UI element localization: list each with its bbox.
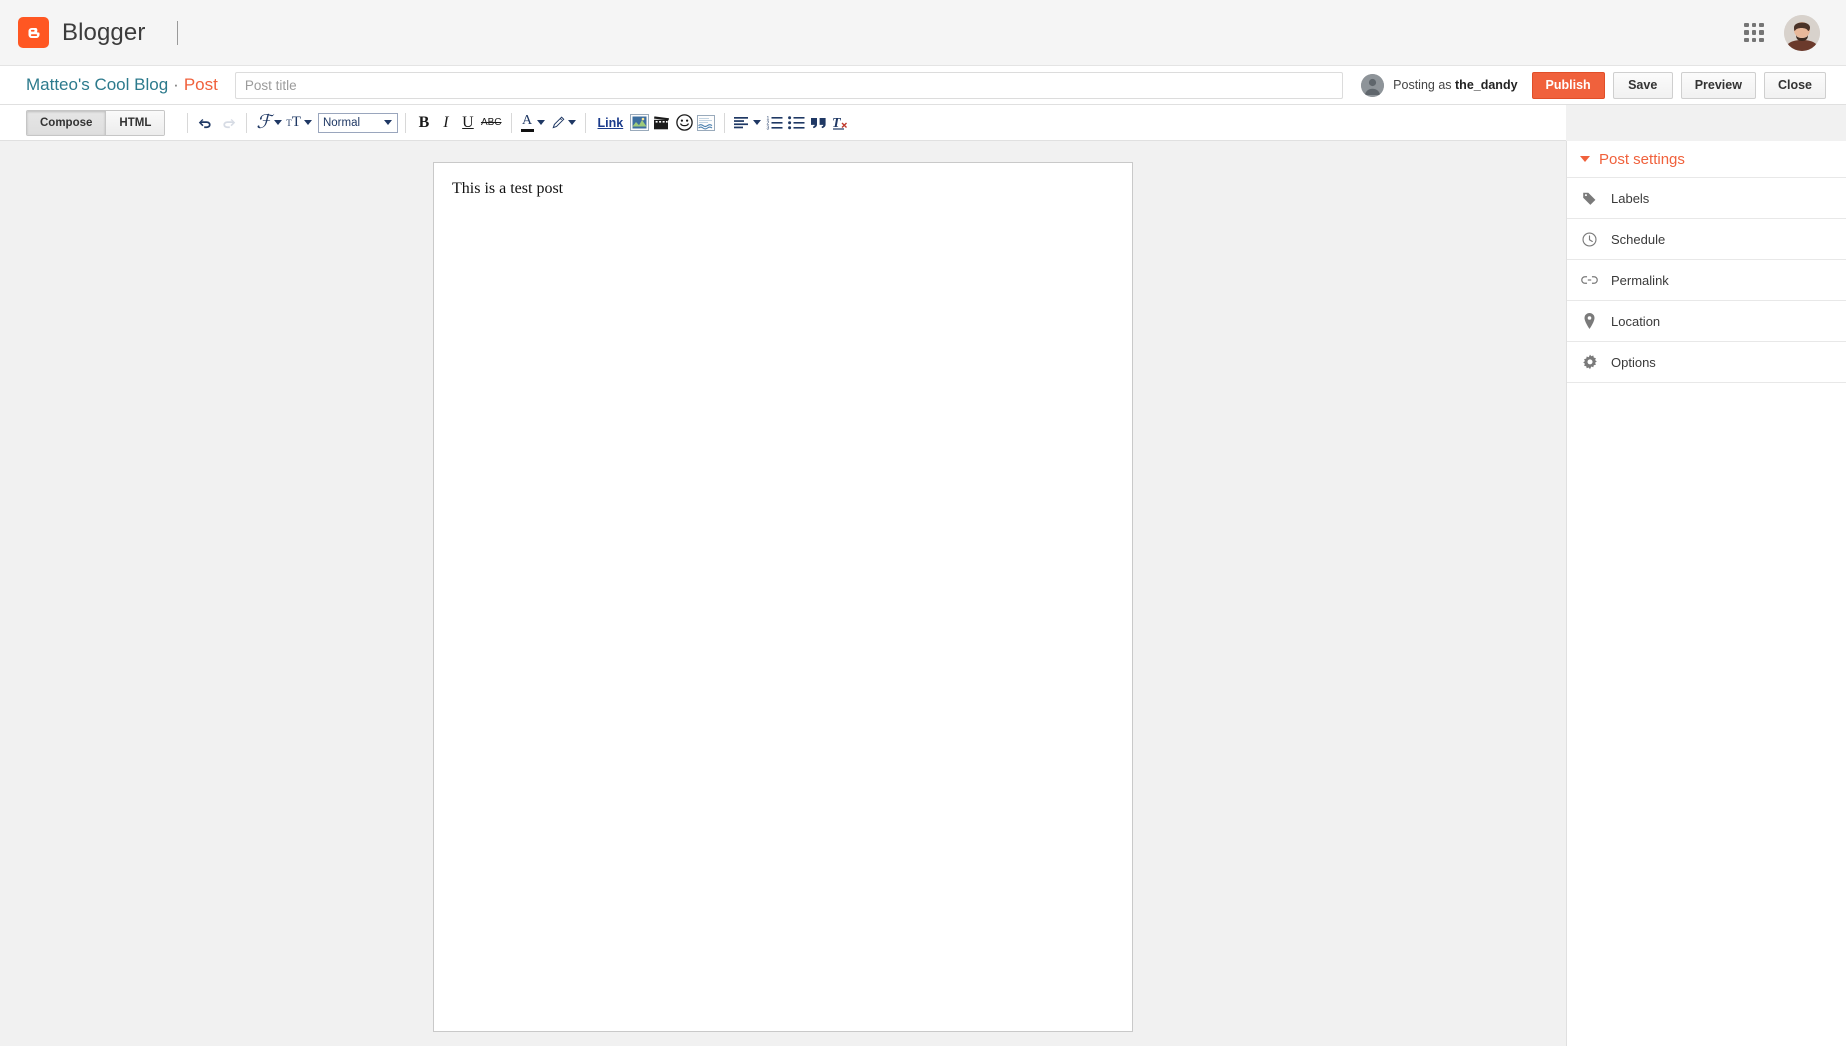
sidebar-item-label: Labels: [1611, 191, 1649, 206]
posting-as-avatar: [1361, 74, 1384, 97]
chevron-down-icon: [568, 120, 576, 125]
close-button[interactable]: Close: [1764, 72, 1826, 99]
brand-divider: [177, 21, 178, 45]
main-body: This is a test post Post settings Labels…: [0, 141, 1846, 1046]
toolbar-separator: [724, 113, 725, 133]
top-bar: Blogger: [0, 0, 1846, 66]
chevron-down-icon: [304, 120, 312, 125]
toolbar-separator: [187, 113, 188, 133]
top-bar-right: [1742, 15, 1828, 51]
settings-panel-divider: [1567, 382, 1846, 383]
posting-as-area: Posting as the_dandy: [1361, 74, 1517, 97]
triangle-down-icon: [1580, 156, 1590, 162]
map-pin-icon: [1581, 313, 1598, 330]
editor-column: This is a test post: [0, 141, 1566, 1046]
post-title-input[interactable]: [235, 72, 1343, 99]
insert-video-icon[interactable]: [651, 111, 673, 135]
post-settings-header[interactable]: Post settings: [1567, 141, 1846, 177]
sidebar-item-options[interactable]: Options: [1567, 341, 1846, 382]
chevron-down-icon: [274, 120, 282, 125]
sidebar-item-label: Permalink: [1611, 273, 1669, 288]
tab-compose[interactable]: Compose: [27, 111, 105, 135]
insert-image-icon[interactable]: [628, 111, 651, 135]
publish-button[interactable]: Publish: [1532, 72, 1605, 99]
apps-grid-icon[interactable]: [1742, 21, 1766, 45]
posting-as-label: Posting as the_dandy: [1393, 78, 1517, 92]
underline-button[interactable]: U: [457, 111, 479, 135]
font-size-icon[interactable]: TT: [284, 111, 314, 135]
post-header-bar: Matteo's Cool Blog · Post Posting as the…: [0, 66, 1846, 105]
editor-toolbar: Compose HTML ℱ TT Normal B I U ABC A L: [0, 105, 1566, 141]
remove-formatting-icon[interactable]: T: [829, 111, 851, 135]
insert-link-button[interactable]: Link: [593, 111, 629, 135]
italic-button[interactable]: I: [435, 111, 457, 135]
save-button[interactable]: Save: [1613, 72, 1673, 99]
insert-emoji-icon[interactable]: [673, 111, 695, 135]
jump-break-icon[interactable]: [695, 111, 717, 135]
post-settings-title: Post settings: [1599, 151, 1685, 168]
preview-button[interactable]: Preview: [1681, 72, 1756, 99]
sidebar-item-permalink[interactable]: Permalink: [1567, 259, 1846, 300]
sidebar-item-label: Location: [1611, 314, 1660, 329]
numbered-list-icon[interactable]: 123: [763, 111, 785, 135]
blog-title-link[interactable]: Matteo's Cool Blog: [26, 75, 168, 95]
brand-name: Blogger: [62, 19, 145, 47]
editor-mode-tabs: Compose HTML: [26, 110, 165, 136]
chevron-down-icon: [753, 120, 761, 125]
label-tag-icon: [1581, 190, 1598, 207]
blogger-b-icon[interactable]: [18, 17, 49, 48]
text-color-icon[interactable]: A: [519, 111, 547, 135]
sidebar-item-label: Schedule: [1611, 232, 1665, 247]
sidebar-item-location[interactable]: Location: [1567, 300, 1846, 341]
toolbar-separator: [246, 113, 247, 133]
toolbar-separator: [405, 113, 406, 133]
brand-area[interactable]: Blogger: [18, 17, 145, 48]
toolbar-separator: [585, 113, 586, 133]
bullet-list-icon[interactable]: [785, 111, 807, 135]
svg-text:3: 3: [766, 125, 769, 130]
format-select-value: Normal: [323, 117, 360, 129]
chevron-down-icon: [384, 120, 392, 125]
undo-arrow-icon[interactable]: [195, 111, 217, 135]
tab-html[interactable]: HTML: [105, 111, 164, 135]
posting-as-prefix: Posting as: [1393, 78, 1455, 92]
align-left-icon[interactable]: [732, 111, 763, 135]
gear-icon: [1581, 354, 1598, 371]
link-chain-icon: [1581, 272, 1598, 289]
clock-icon: [1581, 231, 1598, 248]
bold-button[interactable]: B: [413, 111, 435, 135]
post-body-text: This is a test post: [452, 179, 1114, 200]
sidebar-item-schedule[interactable]: Schedule: [1567, 218, 1846, 259]
sidebar-item-labels[interactable]: Labels: [1567, 177, 1846, 218]
format-select[interactable]: Normal: [318, 113, 398, 133]
post-settings-panel: Post settings Labels Schedule Permalink: [1566, 141, 1846, 1046]
post-body-editor[interactable]: This is a test post: [433, 162, 1133, 1032]
breadcrumb-separator: ·: [173, 75, 179, 95]
blockquote-icon[interactable]: [807, 111, 829, 135]
avatar[interactable]: [1784, 15, 1820, 51]
page-title: Post: [184, 75, 218, 95]
redo-arrow-icon[interactable]: [217, 111, 239, 135]
strikethrough-button[interactable]: ABC: [479, 111, 504, 135]
sidebar-item-label: Options: [1611, 355, 1656, 370]
chevron-down-icon: [537, 120, 545, 125]
posting-as-username: the_dandy: [1455, 78, 1518, 92]
highlight-pen-icon[interactable]: [547, 111, 578, 135]
toolbar-separator: [511, 113, 512, 133]
font-family-icon[interactable]: ℱ: [254, 111, 284, 135]
